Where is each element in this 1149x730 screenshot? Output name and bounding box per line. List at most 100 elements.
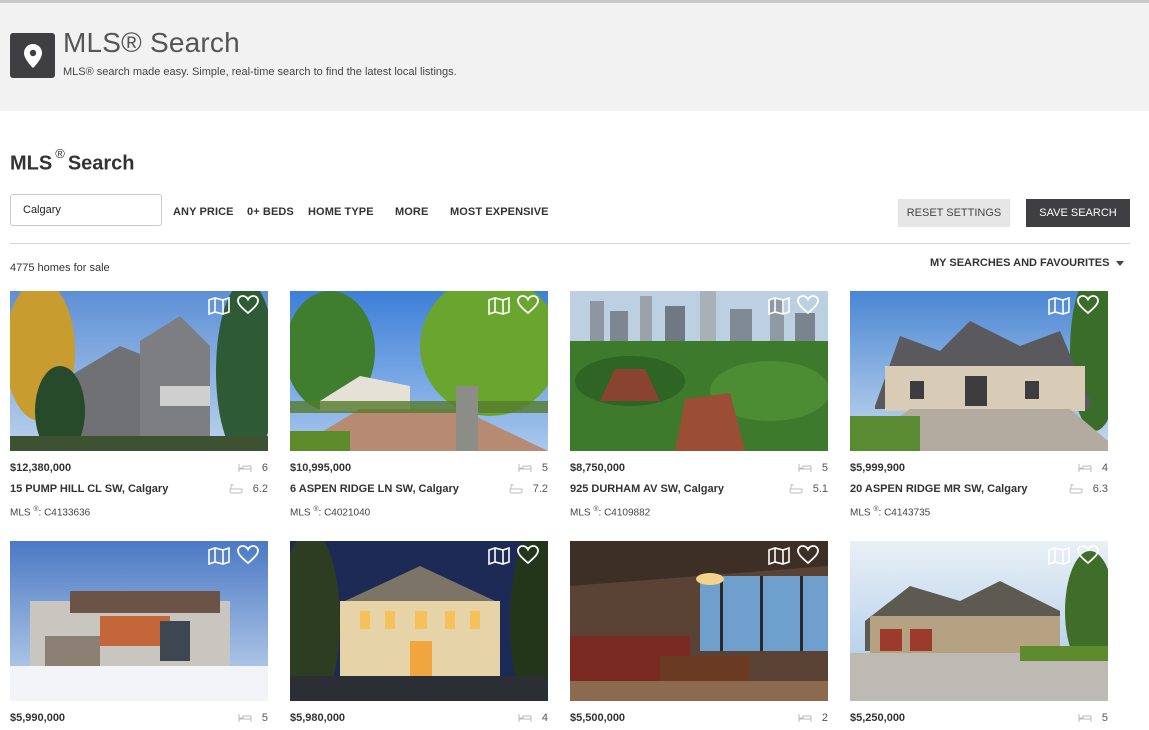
city-search-input[interactable] [10,194,162,226]
listing-price: $5,990,000 [10,712,66,724]
listing-address[interactable]: 15 PUMP HILL CL SW, Calgary [10,483,168,495]
listing-card[interactable]: $12,380,000 6 15 PUMP HILL CL SW, Calgar… [10,291,268,521]
reset-settings-button[interactable]: RESET SETTINGS [898,199,1010,227]
listing-card[interactable]: $5,990,000 5 [10,541,268,730]
bed-icon [1078,464,1092,472]
bed-icon [518,714,532,722]
map-icon[interactable] [768,297,790,315]
beds-count: 6 [261,462,268,474]
save-search-button[interactable]: SAVE SEARCH [1026,199,1130,227]
listing-card[interactable]: $5,500,000 2 [570,541,828,730]
listing-card[interactable]: $5,980,000 4 [290,541,548,730]
listing-baths: 6.3 [1069,483,1108,495]
listing-address[interactable]: 6 ASPEN RIDGE LN SW, Calgary [290,483,459,495]
my-searches-label: MY SEARCHES AND FAVOURITES [930,257,1110,269]
heart-icon[interactable] [237,295,259,315]
listing-beds: 5 [518,462,548,474]
beds-count: 5 [1101,712,1108,724]
heart-icon[interactable] [1077,545,1099,565]
listing-card[interactable]: $10,995,000 5 6 ASPEN RIDGE LN SW, Calga… [290,291,548,521]
bath-icon [1069,484,1083,494]
listing-baths: 7.2 [509,483,548,495]
listing-photo[interactable] [570,541,828,701]
listing-mls-number: MLS ®: C4021040 [290,506,370,518]
listing-photo[interactable] [850,541,1108,701]
page-subtitle: MLS® search made easy. Simple, real-time… [63,66,457,78]
mls-prefix: MLS [290,507,311,519]
listing-price: $5,999,900 [850,462,906,474]
map-icon[interactable] [208,297,230,315]
listing-card[interactable]: $8,750,000 5 925 DURHAM AV SW, Calgary 5… [570,291,828,521]
listing-photo[interactable] [10,541,268,701]
listing-mls-number: MLS ®: C4109882 [570,506,650,518]
heart-icon[interactable] [797,545,819,565]
mls-prefix: MLS [10,507,31,519]
listing-price: $8,750,000 [570,462,626,474]
listing-price: $12,380,000 [10,462,72,474]
map-icon[interactable] [208,547,230,565]
map-icon[interactable] [768,547,790,565]
beds-count: 4 [1101,462,1108,474]
baths-count: 5.1 [812,483,828,495]
beds-count: 5 [541,462,548,474]
results-count: 4775 homes for sale [10,262,110,274]
sort-most-expensive[interactable]: MOST EXPENSIVE [450,206,549,218]
my-searches-dropdown[interactable]: MY SEARCHES AND FAVOURITES [930,257,1124,269]
heart-icon[interactable] [517,295,539,315]
listing-photo[interactable] [570,291,828,451]
map-icon[interactable] [1048,297,1070,315]
filter-more[interactable]: MORE [395,206,428,218]
heart-icon[interactable] [1077,295,1099,315]
page-header: MLS® Search MLS® search made easy. Simpl… [0,3,1149,111]
listing-price: $5,500,000 [570,712,626,724]
map-icon[interactable] [488,547,510,565]
listing-beds: 5 [1078,712,1108,724]
listing-photo[interactable] [290,541,548,701]
heart-icon[interactable] [797,295,819,315]
listing-photo[interactable] [10,291,268,451]
mls-prefix: MLS [850,507,871,519]
divider [10,243,1130,244]
listing-beds: 6 [238,462,268,474]
section-title-mls: MLS [10,152,53,175]
filter-price[interactable]: ANY PRICE [173,206,234,218]
filter-home-type[interactable]: HOME TYPE [308,206,374,218]
baths-count: 6.3 [1092,483,1108,495]
listing-mls-number: MLS ®: C4133636 [10,506,90,518]
listing-card[interactable]: $5,999,900 4 20 ASPEN RIDGE MR SW, Calga… [850,291,1108,521]
bath-icon [509,484,523,494]
listing-beds: 4 [1078,462,1108,474]
bed-icon [518,464,532,472]
beds-count: 5 [261,712,268,724]
section-title-search: Search [67,152,135,175]
page-title: MLS® Search [63,27,240,58]
map-icon[interactable] [488,297,510,315]
mls-prefix: MLS [570,507,591,519]
location-pin-icon [10,33,55,78]
baths-count: 7.2 [532,483,548,495]
mls-id: : C4021040 [318,507,371,519]
listing-photo[interactable] [290,291,548,451]
listing-price: $5,980,000 [290,712,346,724]
bed-icon [238,464,252,472]
listing-photo[interactable] [850,291,1108,451]
listing-beds: 5 [798,462,828,474]
listing-address[interactable]: 925 DURHAM AV SW, Calgary [570,483,724,495]
heart-icon[interactable] [237,545,259,565]
heart-icon[interactable] [517,545,539,565]
bath-icon [789,484,803,494]
beds-count: 4 [541,712,548,724]
mls-id: : C4133636 [38,507,91,519]
filter-beds[interactable]: 0+ BEDS [247,206,294,218]
map-icon[interactable] [1048,547,1070,565]
listing-baths: 6.2 [229,483,268,495]
listing-price: $10,995,000 [290,462,352,474]
listing-card[interactable]: $5,250,000 5 [850,541,1108,730]
mls-id: : C4109882 [598,507,651,519]
section-title: MLS ® Search [10,146,135,176]
listing-address[interactable]: 20 ASPEN RIDGE MR SW, Calgary [850,483,1027,495]
registered-mark: ® [55,146,65,161]
beds-count: 2 [821,712,828,724]
bed-icon [798,714,812,722]
listing-beds: 2 [798,712,828,724]
